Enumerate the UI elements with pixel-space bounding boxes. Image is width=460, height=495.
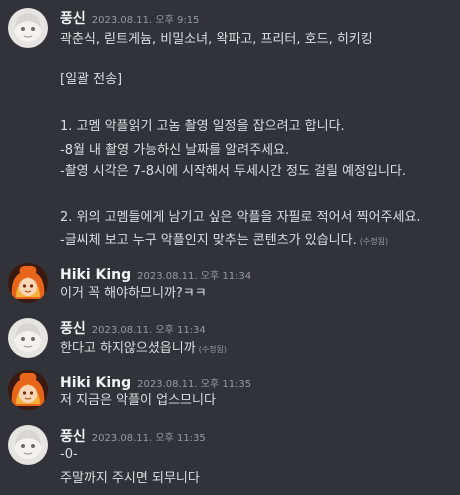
author-name[interactable]: 풍신 <box>60 11 86 27</box>
message-text: 한다고 하지않으셨읍니까 <box>60 341 196 356</box>
author-name[interactable]: Hiki King <box>60 267 131 283</box>
author-name[interactable]: Hiki King <box>60 375 131 391</box>
message-line: -8월 내 촬영 가능하신 날짜를 알려주세요. <box>60 143 290 158</box>
message-header: Hiki King 2023.08.11. 오후 11:34 <box>60 264 251 283</box>
white-hair-character-avatar[interactable] <box>8 425 48 465</box>
message-line: 1. 고멤 악플읽기 고놈 촬영 일정을 잡으려고 합니다. <box>60 119 345 134</box>
chat-log: 풍신 2023.08.11. 오후 9:15 곽춘식, 릳트게늄, 비밀소녀, 왁… <box>0 0 460 495</box>
message-line: 이거 꼭 해야하므니까?ㅋㅋ <box>60 286 207 301</box>
fire-character-avatar[interactable] <box>8 263 48 303</box>
timestamp: 2023.08.11. 오후 11:35 <box>137 379 252 390</box>
message-header: 풍신 2023.08.11. 오후 11:34 <box>60 318 206 338</box>
message-line: 주말까지 주시면 되무니다 <box>60 471 200 486</box>
message-line: 곽춘식, 릳트게늄, 비밀소녀, 왁파고, 프리터, 호드, 히키킹 <box>60 32 373 47</box>
message-text: -글씨체 보고 누구 악플인지 맞추는 콘텐츠가 있습니다. <box>60 233 357 248</box>
message-line: [일괄 전송] <box>60 72 123 87</box>
message-header: 풍신 2023.08.11. 오후 9:15 <box>60 8 199 28</box>
message-line: 저 지금은 악플이 업스므니다 <box>60 393 216 408</box>
message-line: -촬영 시각은 7-8시에 시작해서 두세시간 정도 걸릴 예정입니다. <box>60 164 407 179</box>
author-name[interactable]: 풍신 <box>60 429 86 445</box>
message-line: 2. 위의 고멤들에게 남기고 싶은 악플을 자필로 적어서 찍어주세요. <box>60 210 421 225</box>
timestamp: 2023.08.11. 오후 9:15 <box>91 15 200 26</box>
timestamp: 2023.08.11. 오후 11:35 <box>91 433 206 444</box>
timestamp: 2023.08.11. 오후 11:34 <box>137 271 252 282</box>
white-hair-character-avatar[interactable] <box>8 8 48 48</box>
timestamp: 2023.08.11. 오후 11:34 <box>91 325 206 336</box>
message-line: 한다고 하지않으셨읍니까 (수정됨) <box>60 340 227 358</box>
edited-label: (수정됨) <box>198 345 228 354</box>
message-header: 풍신 2023.08.11. 오후 11:35 <box>60 426 206 446</box>
white-hair-character-avatar[interactable] <box>8 318 48 358</box>
edited-label: (수정됨) <box>359 237 389 246</box>
message-header: Hiki King 2023.08.11. 오후 11:35 <box>60 372 251 391</box>
message-line: -0- <box>60 447 78 462</box>
message-line: -글씨체 보고 누구 악플인지 맞추는 콘텐츠가 있습니다. (수정됨) <box>60 232 388 250</box>
fire-character-avatar[interactable] <box>8 370 48 410</box>
author-name[interactable]: 풍신 <box>60 321 86 337</box>
